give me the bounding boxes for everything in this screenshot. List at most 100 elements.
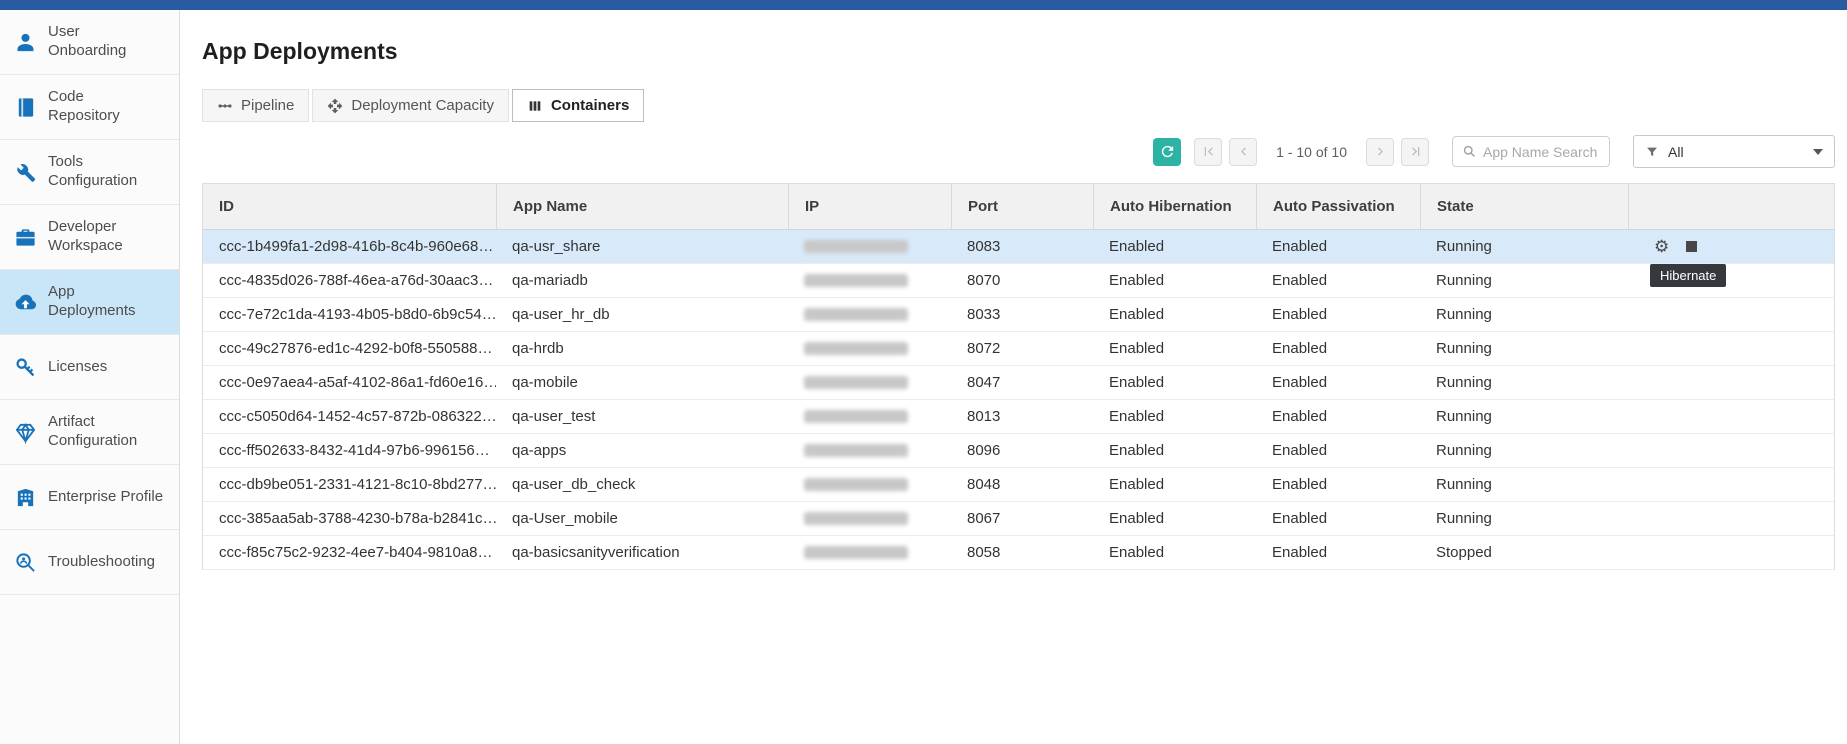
ip-redacted [804,410,908,423]
containers-icon [527,98,543,114]
hibernate-stop-icon[interactable] [1686,241,1697,252]
cell-state: Running [1420,298,1628,331]
cell-actions [1628,400,1834,433]
cell-auto-hibernation: Enabled [1093,366,1256,399]
table-row[interactable]: ccc-c5050d64-1452-4c57-872b-086322… qa-u… [203,400,1834,434]
search-icon [1462,144,1477,159]
sidebar-item-enterprise-profile[interactable]: Enterprise Profile [0,465,179,530]
cell-auto-passivation: Enabled [1256,332,1420,365]
chevron-right-icon [1373,144,1388,159]
app-name-search[interactable] [1452,136,1610,167]
cell-app-name: qa-user_hr_db [496,298,788,331]
column-header-app-name: App Name [496,184,788,229]
cell-app-name: qa-mariadb [496,264,788,297]
cell-id: ccc-4835d026-788f-46ea-a76d-30aac3… [203,264,496,297]
cell-ip [788,332,951,365]
table-row[interactable]: ccc-db9be051-2331-4121-8c10-8bd277… qa-u… [203,468,1834,502]
diamond-icon [12,421,38,444]
cell-app-name: qa-usr_share [496,230,788,263]
sidebar-item-artifact-configuration[interactable]: Artifact Configuration [0,400,179,465]
cell-ip [788,400,951,433]
tab-containers[interactable]: Containers [512,89,644,122]
cell-port: 8096 [951,434,1093,467]
column-header-id: ID [203,184,496,229]
table-row[interactable]: ccc-49c27876-ed1c-4292-b0f8-550588… qa-h… [203,332,1834,366]
cell-auto-passivation: Enabled [1256,536,1420,569]
table-row[interactable]: ccc-1b499fa1-2d98-416b-8c4b-960e68… qa-u… [203,230,1834,264]
cell-id: ccc-385aa5ab-3788-4230-b78a-b2841c… [203,502,496,535]
sidebar-item-user-onboarding[interactable]: User Onboarding [0,10,179,75]
cell-auto-passivation: Enabled [1256,230,1420,263]
table-header: IDApp NameIPPortAuto HibernationAuto Pas… [203,184,1834,230]
filter-dropdown[interactable]: All [1633,135,1835,168]
key-icon [12,356,38,379]
cell-state: Running [1420,366,1628,399]
cell-app-name: qa-User_mobile [496,502,788,535]
table-row[interactable]: ccc-385aa5ab-3788-4230-b78a-b2841c… qa-U… [203,502,1834,536]
pagination-range: 1 - 10 of 10 [1276,144,1347,160]
cell-state: Running [1420,332,1628,365]
settings-gear-icon[interactable]: ⚙ [1654,238,1669,255]
cell-port: 8083 [951,230,1093,263]
cell-ip [788,366,951,399]
cell-auto-passivation: Enabled [1256,298,1420,331]
cell-app-name: qa-user_db_check [496,468,788,501]
previous-page-button[interactable] [1229,138,1257,166]
last-page-button[interactable] [1401,138,1429,166]
tab-pipeline[interactable]: Pipeline [202,89,309,122]
sidebar-item-tools-configuration[interactable]: Tools Configuration [0,140,179,205]
cell-state: Running [1420,400,1628,433]
refresh-button[interactable] [1153,138,1181,166]
cell-port: 8033 [951,298,1093,331]
cell-auto-hibernation: Enabled [1093,332,1256,365]
sidebar: User Onboarding Code Repository Tools Co… [0,10,180,744]
cell-actions [1628,298,1834,331]
table-row[interactable]: ccc-ff502633-8432-41d4-97b6-996156… qa-a… [203,434,1834,468]
filter-selected-value: All [1668,144,1684,160]
cell-id: ccc-49c27876-ed1c-4292-b0f8-550588… [203,332,496,365]
cell-actions [1628,332,1834,365]
sidebar-item-developer-workspace[interactable]: Developer Workspace [0,205,179,270]
cell-auto-hibernation: Enabled [1093,536,1256,569]
tab-deployment-capacity[interactable]: Deployment Capacity [312,89,509,122]
table-row[interactable]: ccc-4835d026-788f-46ea-a76d-30aac3… qa-m… [203,264,1834,298]
cell-actions: ⚙Hibernate [1628,230,1834,263]
cell-auto-hibernation: Enabled [1093,434,1256,467]
ip-redacted [804,478,908,491]
last-page-icon [1408,144,1423,159]
cell-ip [788,468,951,501]
cell-id: ccc-0e97aea4-a5af-4102-86a1-fd60e16… [203,366,496,399]
search-input[interactable] [1483,144,1600,160]
cell-id: ccc-1b499fa1-2d98-416b-8c4b-960e68… [203,230,496,263]
cell-state: Running [1420,230,1628,263]
hibernate-tooltip: Hibernate [1650,264,1726,287]
table-row[interactable]: ccc-7e72c1da-4193-4b05-b8d0-6b9c54… qa-u… [203,298,1834,332]
column-header-port: Port [951,184,1093,229]
sidebar-item-app-deployments[interactable]: App Deployments [0,270,179,335]
sidebar-item-code-repository[interactable]: Code Repository [0,75,179,140]
chevron-down-icon [1813,149,1823,155]
cell-auto-passivation: Enabled [1256,366,1420,399]
cell-ip [788,502,951,535]
sidebar-item-licenses[interactable]: Licenses [0,335,179,400]
table-row[interactable]: ccc-0e97aea4-a5af-4102-86a1-fd60e16… qa-… [203,366,1834,400]
cell-port: 8067 [951,502,1093,535]
cell-state: Running [1420,264,1628,297]
cell-ip [788,434,951,467]
cell-actions [1628,434,1834,467]
chevron-left-icon [1236,144,1251,159]
ip-redacted [804,274,908,287]
cell-app-name: qa-basicsanityverification [496,536,788,569]
cell-actions [1628,536,1834,569]
cell-app-name: qa-hrdb [496,332,788,365]
table-row[interactable]: ccc-f85c75c2-9232-4ee7-b404-9810a8… qa-b… [203,536,1834,570]
table-body: ccc-1b499fa1-2d98-416b-8c4b-960e68… qa-u… [203,230,1834,570]
sidebar-item-troubleshooting[interactable]: Troubleshooting [0,530,179,595]
next-page-button[interactable] [1366,138,1394,166]
cell-state: Running [1420,468,1628,501]
first-page-button[interactable] [1194,138,1222,166]
cell-port: 8070 [951,264,1093,297]
cell-auto-passivation: Enabled [1256,468,1420,501]
briefcase-icon [12,226,38,249]
cell-app-name: qa-mobile [496,366,788,399]
